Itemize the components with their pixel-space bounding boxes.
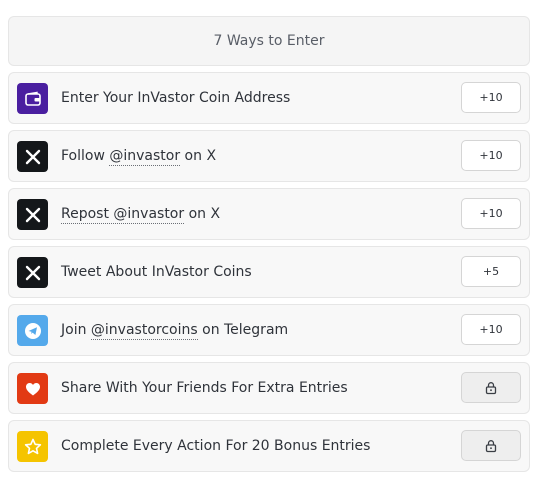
action-row-follow-x[interactable]: Follow @invastor on X +10: [8, 130, 530, 182]
lock-icon: [485, 439, 497, 452]
action-label: Tweet About InVastor Coins: [61, 264, 252, 280]
entry-count-title: 7 Ways to Enter: [213, 33, 325, 49]
entry-count-header: 7 Ways to Enter: [8, 16, 530, 66]
entry-methods-widget: 7 Ways to Enter Enter Your InVastor Coin…: [0, 0, 540, 478]
action-row-tweet[interactable]: Tweet About InVastor Coins +5: [8, 246, 530, 298]
telegram-icon: [17, 315, 48, 346]
action-label: Complete Every Action For 20 Bonus Entri…: [61, 438, 371, 454]
action-row-coin-address[interactable]: Enter Your InVastor Coin Address +10: [8, 72, 530, 124]
lock-icon: [485, 381, 497, 394]
action-label: Repost @invastor on X: [61, 206, 221, 224]
heart-icon: [17, 373, 48, 404]
action-label: Enter Your InVastor Coin Address: [61, 90, 291, 106]
repost-link[interactable]: Repost @invastor: [61, 206, 185, 224]
action-row-share[interactable]: Share With Your Friends For Extra Entrie…: [8, 362, 530, 414]
locked-button[interactable]: [461, 430, 521, 461]
wallet-icon: [17, 83, 48, 114]
points-button[interactable]: +10: [461, 314, 521, 345]
points-button[interactable]: +10: [461, 198, 521, 229]
points-button[interactable]: +10: [461, 82, 521, 113]
x-logo-icon: [17, 199, 48, 230]
points-button[interactable]: +10: [461, 140, 521, 171]
telegram-handle-link[interactable]: @invastorcoins: [90, 322, 198, 340]
x-logo-icon: [17, 141, 48, 172]
action-label: Follow @invastor on X: [61, 148, 217, 166]
action-label: Share With Your Friends For Extra Entrie…: [61, 380, 348, 396]
action-row-bonus[interactable]: Complete Every Action For 20 Bonus Entri…: [8, 420, 530, 472]
points-button[interactable]: +5: [461, 256, 521, 287]
x-handle-link[interactable]: @invastor: [109, 148, 181, 166]
action-row-telegram[interactable]: Join @invastorcoins on Telegram +10: [8, 304, 530, 356]
x-logo-icon: [17, 257, 48, 288]
star-icon: [17, 431, 48, 462]
locked-button[interactable]: [461, 372, 521, 403]
action-label: Join @invastorcoins on Telegram: [61, 322, 289, 340]
action-row-repost-x[interactable]: Repost @invastor on X +10: [8, 188, 530, 240]
